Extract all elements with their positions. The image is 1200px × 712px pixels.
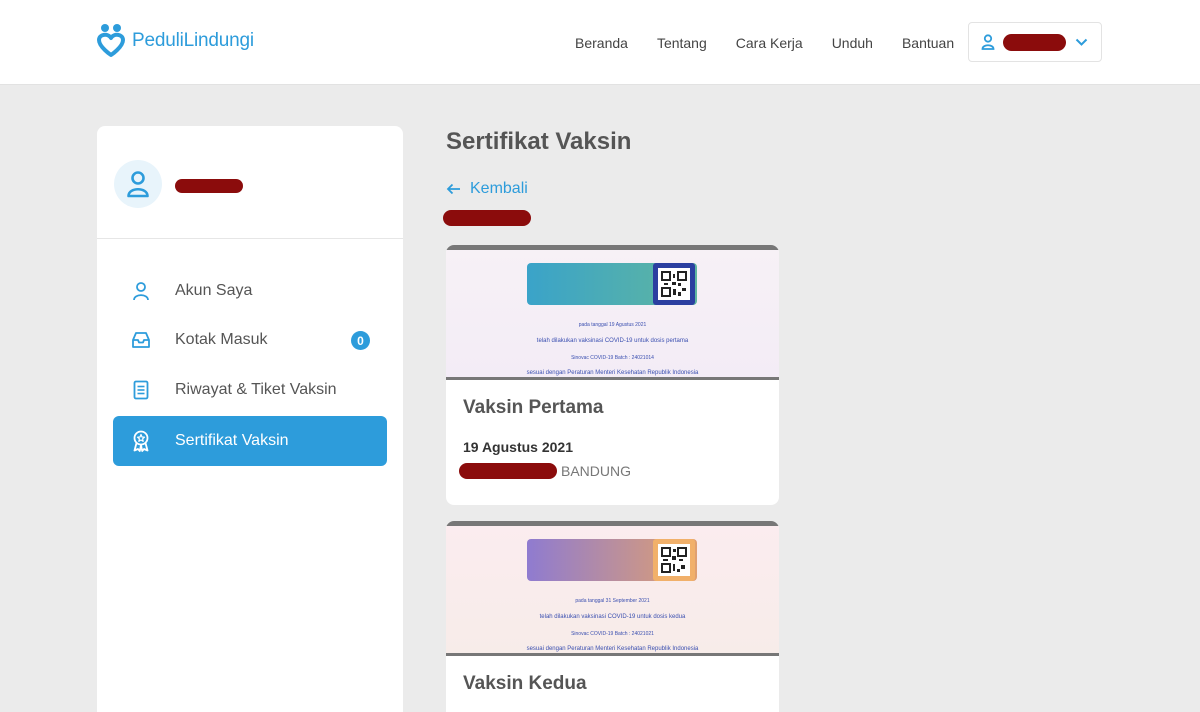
account-sidebar: Akun Saya Kotak Masuk 0 Riwayat & Tiket …	[97, 126, 403, 712]
vaccine-certificate-card[interactable]: pada tanggal 31 September 2021 telah dil…	[446, 521, 779, 712]
certificate-text: sesuai dengan Peraturan Menteri Kesehata…	[526, 646, 699, 652]
back-link-label: Kembali	[470, 180, 528, 197]
nav-beranda[interactable]: Beranda	[575, 35, 628, 51]
nav-bantuan[interactable]: Bantuan	[902, 35, 954, 51]
sidebar-item-label: Riwayat & Tiket Vaksin	[175, 381, 337, 398]
user-icon	[981, 34, 995, 50]
brand-name: PeduliLindungi	[132, 30, 254, 51]
certificate-text: Sinovac COVID-19 Batch : 24021014	[571, 355, 654, 361]
sidebar-item-label: Sertifikat Vaksin	[175, 432, 289, 449]
location-city: BANDUNG	[561, 463, 632, 479]
sidebar-item-label: Kotak Masuk	[175, 331, 268, 348]
qr-code-icon	[653, 263, 695, 305]
certificate-icon	[130, 430, 152, 452]
redacted-user-name	[1003, 33, 1066, 51]
document-icon	[130, 379, 152, 401]
redacted-facility-name	[459, 463, 557, 479]
pedulilindungi-logo-icon	[97, 24, 125, 57]
sidebar-item-kotak-masuk[interactable]: Kotak Masuk 0	[113, 315, 387, 365]
nav-unduh[interactable]: Unduh	[832, 35, 873, 51]
vaccine-certificate-card[interactable]: pada tanggal 19 Agustus 2021 telah dilak…	[446, 245, 779, 505]
certificate-image: pada tanggal 19 Agustus 2021 telah dilak…	[446, 245, 779, 380]
inbox-count-badge: 0	[351, 331, 370, 350]
page-title: Sertifikat Vaksin	[446, 128, 632, 155]
inbox-icon	[130, 329, 152, 351]
certificate-text: telah dilakukan vaksinasi COVID-19 untuk…	[539, 614, 686, 620]
certificate-text: pada tanggal 31 September 2021	[575, 598, 650, 604]
chevron-down-icon	[1075, 38, 1088, 46]
main-nav: Beranda Tentang Cara Kerja Unduh Bantuan	[575, 35, 954, 51]
certificate-text: pada tanggal 19 Agustus 2021	[578, 322, 647, 328]
vaccination-date: 19 Agustus 2021	[463, 439, 573, 455]
certificate-text: telah dilakukan vaksinasi COVID-19 untuk…	[536, 338, 689, 344]
sidebar-item-akun-saya[interactable]: Akun Saya	[113, 266, 387, 316]
certificate-text: sesuai dengan Peraturan Menteri Kesehata…	[526, 370, 699, 376]
user-icon	[127, 171, 149, 198]
nav-cara-kerja[interactable]: Cara Kerja	[736, 35, 803, 51]
vaccination-location: BANDUNG	[459, 463, 631, 479]
arrow-left-icon	[446, 183, 460, 195]
certificate-id-card	[527, 539, 697, 581]
redacted-holder-name	[443, 210, 531, 226]
qr-code-icon	[653, 539, 695, 581]
sidebar-item-sertifikat-vaksin[interactable]: Sertifikat Vaksin	[113, 416, 387, 466]
user-icon	[130, 280, 152, 302]
sidebar-item-riwayat-tiket-vaksin[interactable]: Riwayat & Tiket Vaksin	[113, 365, 387, 415]
certificate-image: pada tanggal 31 September 2021 telah dil…	[446, 521, 779, 656]
user-menu-button[interactable]	[968, 22, 1102, 62]
card-title: Vaksin Pertama	[463, 397, 604, 418]
card-title: Vaksin Kedua	[463, 673, 587, 694]
certificate-text: Sinovac COVID-19 Batch : 24021021	[571, 631, 654, 637]
brand-logo[interactable]: PeduliLindungi	[96, 22, 254, 60]
nav-tentang[interactable]: Tentang	[657, 35, 707, 51]
avatar	[114, 160, 162, 208]
top-header: PeduliLindungi Beranda Tentang Cara Kerj…	[0, 0, 1200, 85]
certificate-id-card	[527, 263, 697, 305]
sidebar-item-label: Akun Saya	[175, 282, 253, 299]
redacted-profile-name	[175, 179, 243, 193]
profile-section	[97, 126, 403, 239]
back-link[interactable]: Kembali	[446, 180, 528, 198]
